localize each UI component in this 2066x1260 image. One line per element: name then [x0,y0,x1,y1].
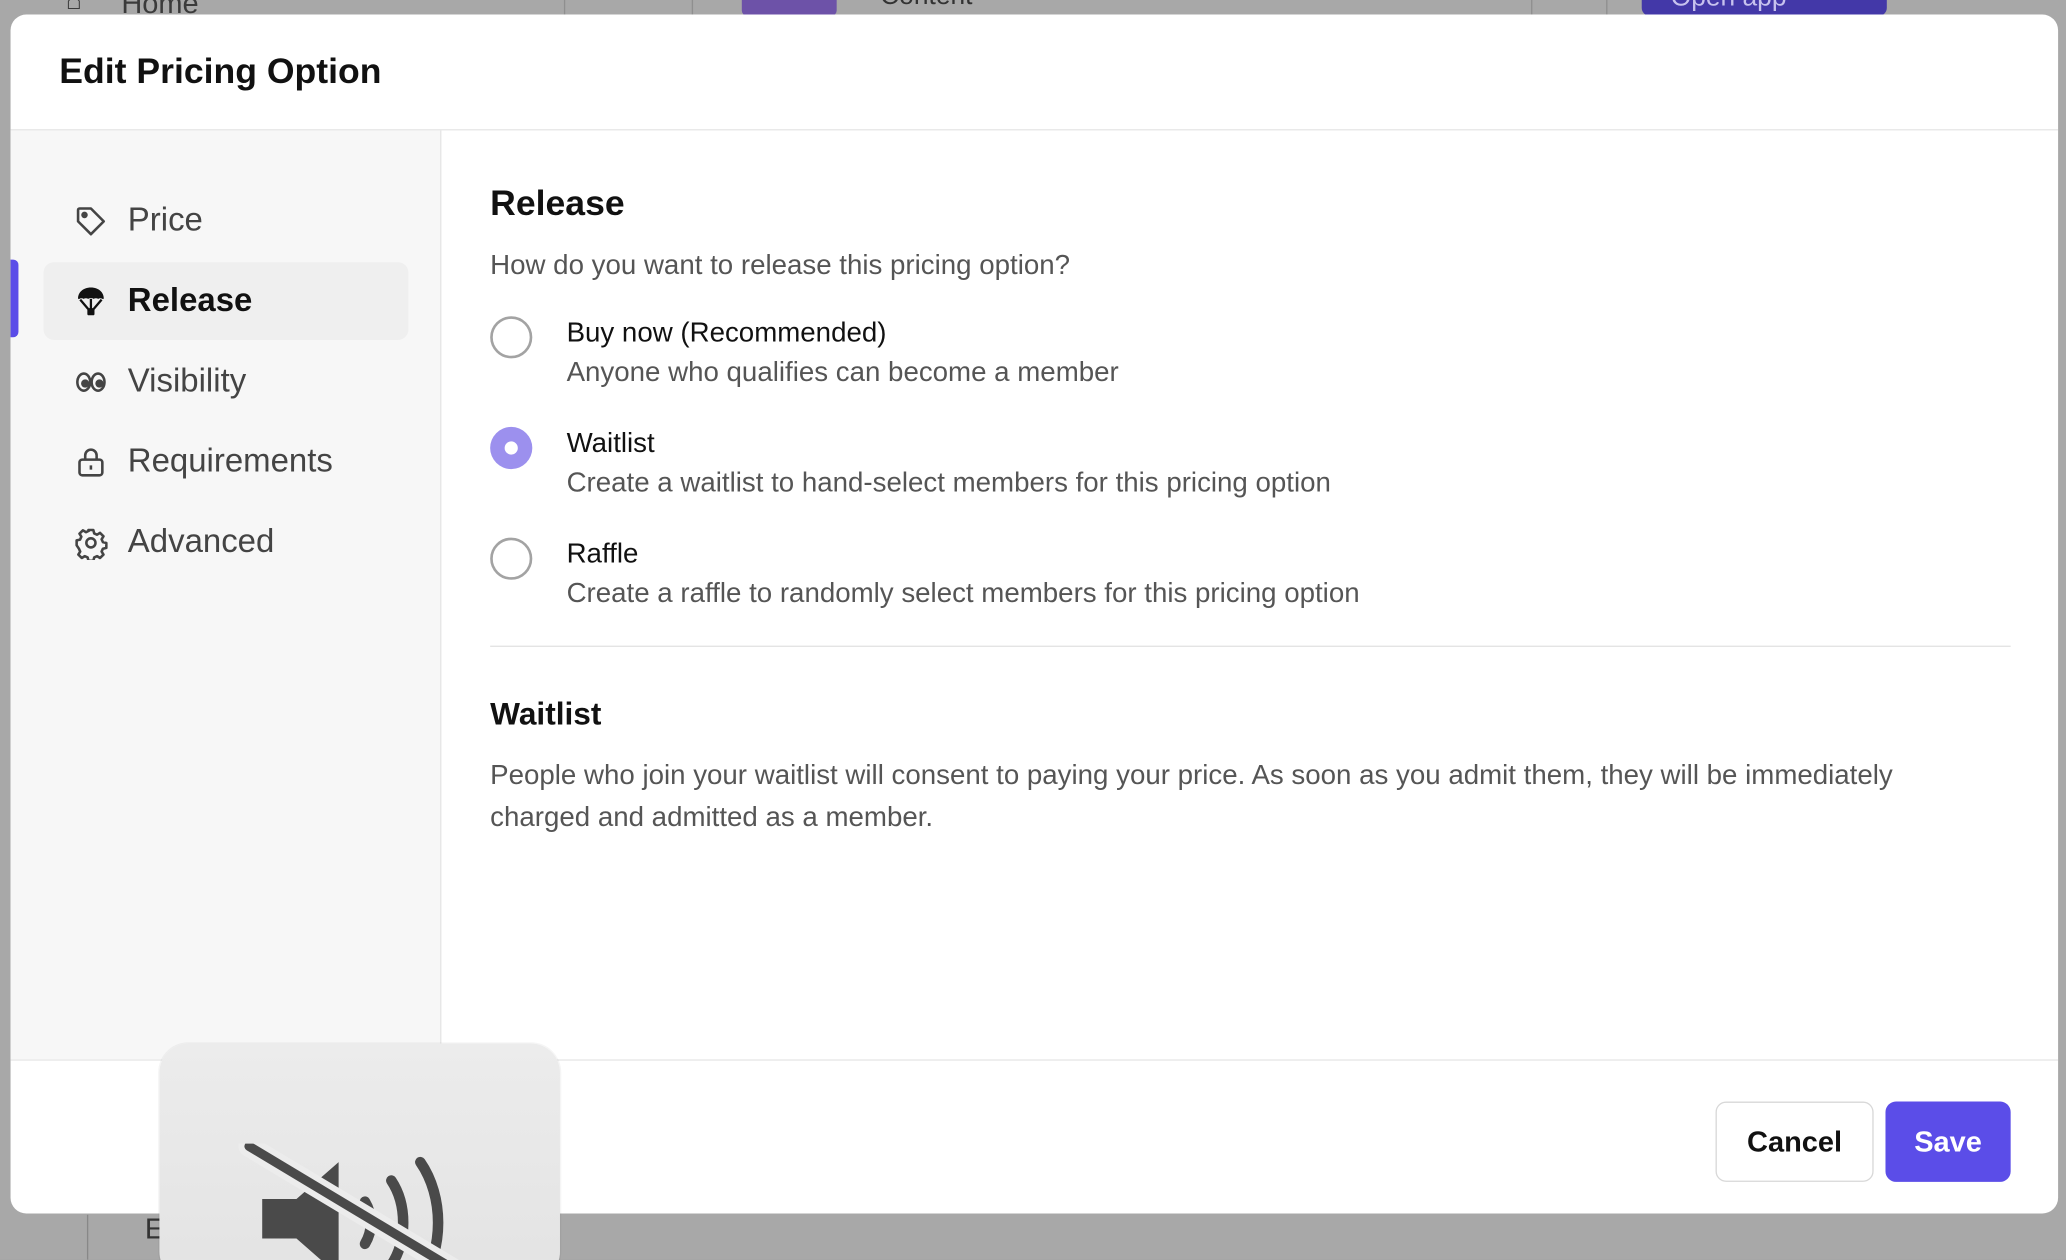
option-title: Buy now (Recommended) [566,317,887,348]
info-text: People who join your waitlist will conse… [490,760,1893,833]
section-title: Release [490,183,625,223]
option-text: Buy now (Recommended) Anyone who qualifi… [567,314,1119,393]
bg-icon-button [1531,0,1608,16]
lock-icon [72,443,109,480]
bg-divider [563,0,694,16]
save-button[interactable]: Save [1885,1101,2011,1182]
settings-sidebar: Price Release Visibility Requirements Ad… [10,130,442,1060]
parachute-icon [72,283,109,320]
sidebar-item-label: Requirements [127,442,333,480]
option-text: Waitlist Create a waitlist to hand-selec… [567,424,1331,503]
bg-divider-bottom [86,1214,89,1260]
bg-app-logo [741,0,837,16]
dialog-body: Price Release Visibility Requirements Ad… [10,130,2059,1061]
bg-open-app-button: Open app [1641,0,1887,16]
release-option-group: Buy now (Recommended) Anyone who qualifi… [490,314,2011,614]
release-option-waitlist[interactable]: Waitlist Create a waitlist to hand-selec… [490,424,2011,503]
sidebar-item-label: Release [127,281,253,319]
dialog-header: Edit Pricing Option [10,14,2059,131]
edit-pricing-option-dialog: Edit Pricing Option Price Release Visibi… [10,14,2059,1214]
option-text: Raffle Create a raffle to randomly selec… [567,535,1360,614]
sidebar-item-label: Visibility [127,362,247,400]
option-description: Create a waitlist to hand-select members… [566,467,1331,499]
release-settings-panel: Release How do you want to release this … [441,130,2058,1059]
speaker-muted-icon [238,1143,459,1260]
section-divider [490,645,2011,647]
gear-icon [72,524,109,561]
sidebar-item-price[interactable]: Price [43,182,408,260]
option-description: Anyone who qualifies can become a member [566,357,1119,388]
sidebar-item-visibility[interactable]: Visibility [43,343,408,421]
sidebar-item-label: Advanced [127,523,275,560]
buy-now-radio[interactable] [490,316,533,359]
sidebar-item-requirements[interactable]: Requirements [43,423,408,501]
option-title: Waitlist [566,428,655,459]
sidebar-item-label: Price [127,201,203,239]
release-option-raffle[interactable]: Raffle Create a raffle to randomly selec… [490,535,2011,614]
cancel-button[interactable]: Cancel [1715,1101,1874,1182]
sidebar-item-advanced[interactable]: Advanced [43,503,408,581]
active-indicator [10,259,19,338]
sidebar-item-release[interactable]: Release [43,262,409,340]
section-subtitle: How do you want to release this pricing … [490,250,1071,281]
release-option-buy-now[interactable]: Buy now (Recommended) Anyone who qualifi… [490,314,2011,393]
bg-content-label: Content [880,0,972,12]
option-description: Create a raffle to randomly select membe… [566,578,1360,609]
tag-icon [72,202,109,239]
option-title: Raffle [566,538,639,570]
waitlist-radio[interactable] [490,426,533,470]
info-title: Waitlist [490,697,602,733]
volume-muted-hud [159,1043,560,1260]
eyes-icon [72,363,109,400]
dialog-title: Edit Pricing Option [59,51,382,91]
raffle-radio[interactable] [490,537,533,580]
